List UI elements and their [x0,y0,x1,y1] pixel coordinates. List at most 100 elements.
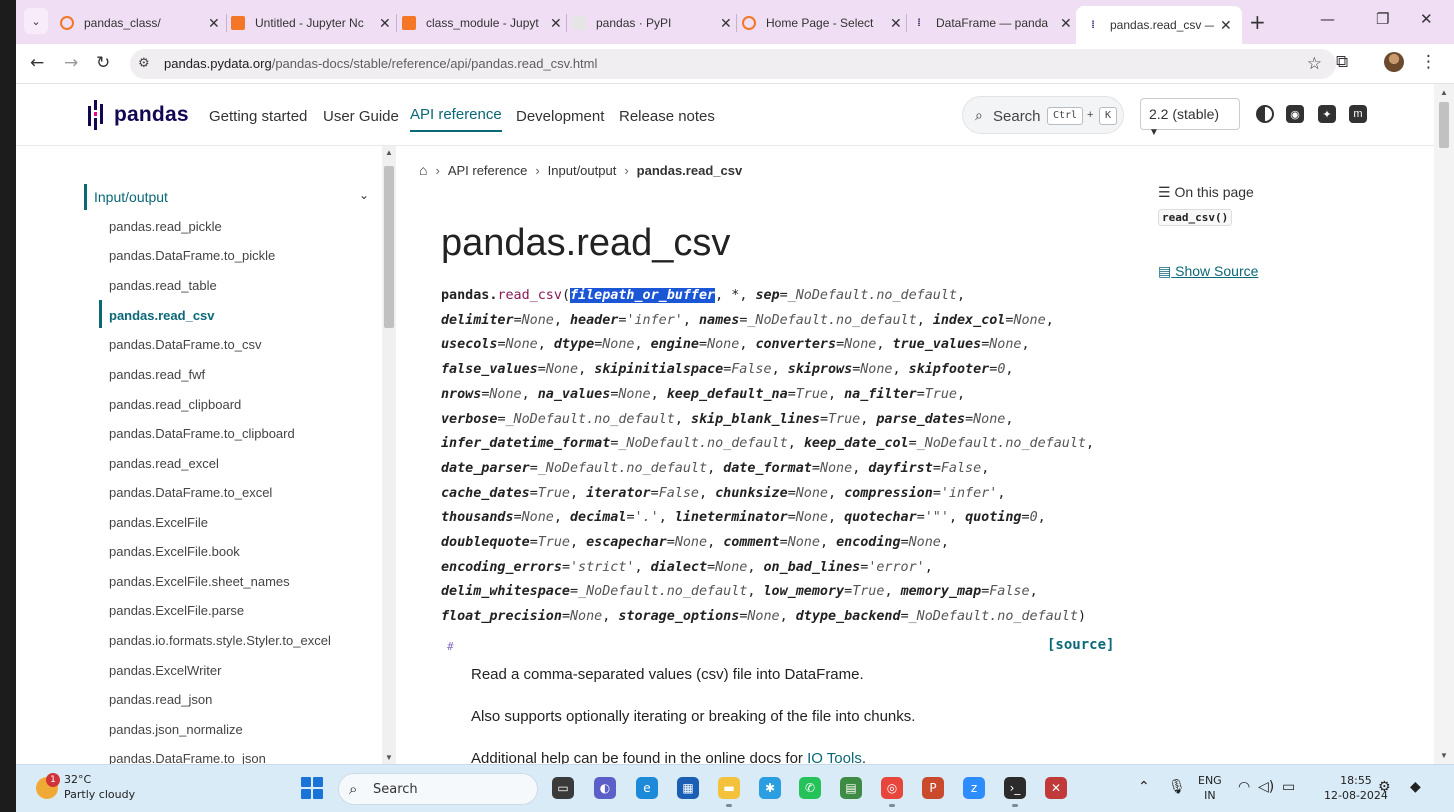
sidebar-scrollbar[interactable]: ▲ ▼ [382,146,396,764]
extensions-icon[interactable]: ⧉ [1336,52,1348,72]
file-explorer-icon[interactable]: ▬ [718,777,740,807]
address-bar[interactable]: ⚙ pandas.pydata.org/pandas-docs/stable/r… [130,49,1336,79]
site-info-icon[interactable]: ⚙ [138,56,150,71]
twitter-icon[interactable]: ✦ [1318,105,1336,123]
tab-pypi[interactable]: pandas · PyPI ✕ [572,8,732,38]
close-icon[interactable]: ✕ [1060,15,1072,32]
nav-release-notes[interactable]: Release notes [619,108,715,125]
chevron-up-icon[interactable]: ⌃ [1138,779,1150,795]
scrollbar-thumb[interactable] [1439,102,1449,148]
close-icon[interactable]: ✕ [208,15,220,32]
pandas-logo[interactable]: pandas [88,100,189,130]
page-scrollbar[interactable]: ▲ ▼ [1434,84,1454,764]
sidebar-item[interactable]: pandas.ExcelFile.book [109,544,240,559]
sidebar-item-current[interactable]: pandas.read_csv [109,308,215,323]
tab-untitled-jupyter[interactable]: Untitled - Jupyter Nc ✕ [231,8,391,38]
copilot-icon[interactable]: ◆ [1410,779,1421,795]
close-icon[interactable]: ✕ [890,15,902,32]
sidebar-item[interactable]: pandas.DataFrame.to_pickle [109,248,275,263]
url-text[interactable]: pandas.pydata.org/pandas-docs/stable/ref… [164,56,597,71]
battery-icon[interactable]: ▭ [1282,779,1295,795]
sidebar-item[interactable]: pandas.io.formats.style.Styler.to_excel [109,633,331,648]
sig-param-selected[interactable]: filepath_or_buffer [570,288,716,303]
close-window-button[interactable]: ✕ [1420,10,1433,28]
zoom-icon[interactable]: z [963,777,985,799]
settings-icon[interactable]: ✱ [759,777,781,799]
wifi-icon[interactable]: ◠ [1238,779,1250,795]
scrollbar-thumb[interactable] [384,166,394,328]
source-link[interactable]: [source] [1047,637,1114,653]
sidebar-item[interactable]: pandas.read_clipboard [109,397,241,412]
sidebar-item[interactable]: pandas.read_pickle [109,219,222,234]
chrome-icon[interactable]: ◎ [881,777,903,807]
sidebar-item[interactable]: pandas.read_excel [109,456,219,471]
tab-search-button[interactable]: ⌄ [24,8,48,34]
new-tab-button[interactable]: + [1249,10,1266,34]
forward-button[interactable]: → [64,53,78,73]
sidebar-item[interactable]: pandas.DataFrame.to_clipboard [109,426,295,441]
avatar[interactable] [1384,52,1404,72]
sidebar-item[interactable]: pandas.json_normalize [109,722,243,737]
tab-pandas-class[interactable]: pandas_class/ ✕ [60,8,220,38]
sidebar-item[interactable]: pandas.read_table [109,278,217,293]
search-button[interactable]: ⌕ Search Ctrl + K [962,96,1124,134]
toc-item[interactable]: read_csv() [1158,209,1233,226]
nav-api-reference[interactable]: API reference [410,106,502,132]
tab-home-page[interactable]: Home Page - Select ✕ [742,8,902,38]
show-source-link[interactable]: ▤ Show Source [1158,263,1258,280]
github-icon[interactable]: ◉ [1286,105,1304,123]
sidebar-item[interactable]: pandas.ExcelWriter [109,663,221,678]
back-button[interactable]: ← [30,53,44,73]
microphone-icon[interactable]: 🎙 [1168,779,1186,795]
sidebar-item[interactable]: pandas.read_json [109,692,212,707]
scroll-up-icon[interactable]: ▲ [385,148,393,157]
breadcrumb-link[interactable]: Input/output [548,163,617,178]
close-icon[interactable]: ✕ [379,15,391,32]
sidebar-item[interactable]: pandas.ExcelFile.parse [109,603,244,618]
nav-development[interactable]: Development [516,108,604,125]
scroll-down-icon[interactable]: ▼ [1440,751,1448,760]
menu-icon[interactable]: ⋮ [1420,52,1437,72]
close-icon[interactable]: ✕ [1220,17,1232,34]
home-icon[interactable]: ⌂ [419,162,427,178]
scroll-up-icon[interactable]: ▲ [1440,88,1448,97]
sidebar-item[interactable]: pandas.ExcelFile.sheet_names [109,574,290,589]
sidebar-item[interactable]: pandas.DataFrame.to_excel [109,485,272,500]
nav-user-guide[interactable]: User Guide [323,108,399,125]
tab-read-csv[interactable]: ⁞ pandas.read_csv — p ✕ [1076,6,1242,44]
reload-button[interactable]: ↻ [96,53,110,73]
version-switcher[interactable]: 2.2 (stable) ▼ [1140,98,1240,138]
sidebar-item[interactable]: pandas.ExcelFile [109,515,208,530]
powerpoint-icon[interactable]: P [922,777,944,799]
tab-dataframe[interactable]: ⁞ DataFrame — panda ✕ [912,8,1072,38]
taskbar-search[interactable]: ⌕ Search [338,773,538,805]
scroll-down-icon[interactable]: ▼ [385,753,393,762]
task-view-icon[interactable]: ▭ [552,777,574,799]
terminal-icon[interactable]: ›_ [1004,777,1026,807]
teams-icon[interactable]: ◐ [594,777,616,799]
io-tools-link[interactable]: IO Tools [807,750,862,764]
mastodon-icon[interactable]: m [1349,105,1367,123]
theme-toggle-icon[interactable] [1256,105,1274,123]
language-indicator[interactable]: ENG IN [1198,773,1222,803]
edge-icon[interactable]: e [636,777,658,799]
start-button[interactable] [301,777,323,799]
whatsapp-icon[interactable]: ✆ [799,777,821,799]
chevron-down-icon[interactable]: ⌄ [359,188,369,202]
sidebar-section-input-output[interactable]: Input/output [84,184,168,210]
minimize-button[interactable]: — [1320,10,1335,28]
bookmark-star-icon[interactable]: ☆ [1307,54,1322,74]
tab-class-module[interactable]: class_module - Jupyt ✕ [402,8,562,38]
app-icon[interactable]: ✕ [1045,777,1067,799]
sidebar-item[interactable]: pandas.read_fwf [109,367,205,382]
volume-icon[interactable]: ◁) [1258,779,1274,795]
restore-button[interactable]: ❐ [1376,10,1389,28]
breadcrumb-link[interactable]: API reference [448,163,528,178]
sidebar-item[interactable]: pandas.DataFrame.to_json [109,751,266,764]
permalink-anchor[interactable]: # [447,640,454,653]
close-icon[interactable]: ✕ [550,15,562,32]
spreadsheet-icon[interactable]: ▤ [840,777,862,799]
settings-gear-icon[interactable]: ⚙ [1378,779,1391,795]
sidebar-item[interactable]: pandas.DataFrame.to_csv [109,337,261,352]
nav-getting-started[interactable]: Getting started [209,108,307,125]
